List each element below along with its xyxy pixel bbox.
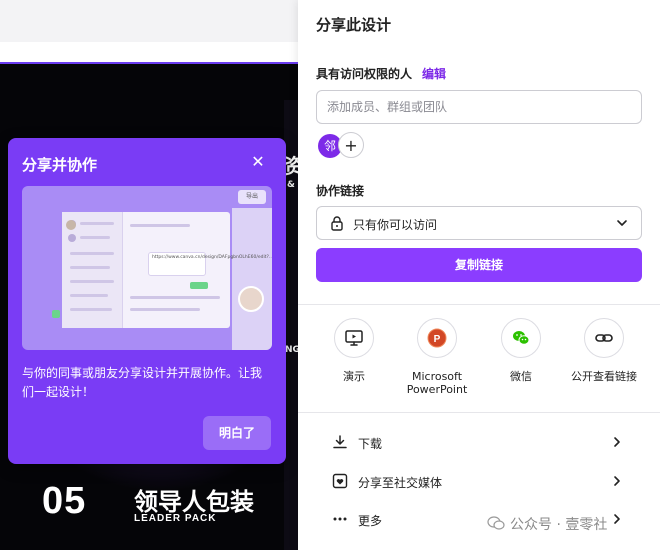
download-row[interactable]: 下载 bbox=[316, 428, 642, 456]
close-icon[interactable]: ✕ bbox=[248, 152, 268, 172]
got-it-button[interactable]: 明白了 bbox=[203, 416, 271, 450]
share-option-wechat[interactable]: 微信 bbox=[479, 318, 563, 383]
link-icon bbox=[595, 334, 613, 342]
share-option-label: 公开查看链接 bbox=[571, 370, 637, 383]
collab-link-label: 协作链接 bbox=[316, 184, 365, 198]
access-select-value: 只有你可以访问 bbox=[353, 218, 438, 232]
card-title: 分享并协作 bbox=[22, 156, 98, 174]
preview-user-avatar bbox=[238, 286, 264, 312]
wechat-icon bbox=[513, 331, 530, 345]
share-option-label: 演示 bbox=[343, 370, 365, 383]
card-description: 与你的同事或朋友分享设计并开展协作。让我们一起设计！ bbox=[22, 366, 263, 399]
present-icon bbox=[345, 330, 363, 346]
copy-link-button[interactable]: 复制链接 bbox=[316, 248, 642, 282]
share-option-powerpoint[interactable]: P Microsoft PowerPoint bbox=[395, 318, 479, 396]
preview-side-panel bbox=[232, 208, 272, 350]
share-option-label: Microsoft PowerPoint bbox=[406, 370, 468, 396]
preview-line bbox=[130, 308, 200, 311]
chevron-right-icon bbox=[614, 514, 620, 524]
preview-status-dot bbox=[52, 310, 60, 318]
preview-line bbox=[70, 252, 114, 255]
preview-line bbox=[80, 236, 110, 239]
preview-window: https://www.canva.cn/design/DAFpgbnOLhE6… bbox=[62, 212, 272, 328]
share-option-circle: P bbox=[417, 318, 457, 358]
share-option-circle bbox=[334, 318, 374, 358]
svg-text:P: P bbox=[434, 334, 441, 345]
top-bar bbox=[0, 0, 300, 42]
divider bbox=[298, 412, 660, 413]
add-member-button[interactable]: + bbox=[338, 132, 364, 158]
lock-icon bbox=[331, 216, 343, 231]
access-edit-link[interactable]: 编辑 bbox=[422, 65, 446, 82]
share-panel: 分享此设计 具有访问权限的人 编辑 邻 + 协作链接 只有你可以访问 复制链接 … bbox=[298, 0, 660, 550]
panel-title: 分享此设计 bbox=[316, 16, 392, 34]
share-option-circle bbox=[584, 318, 624, 358]
row-label: 分享至社交媒体 bbox=[358, 476, 443, 490]
share-social-row[interactable]: 分享至社交媒体 bbox=[316, 467, 642, 495]
watermark-text: 公众号 · 壹零社 bbox=[510, 517, 608, 533]
divider bbox=[298, 304, 660, 305]
share-option-public-link[interactable]: 公开查看链接 bbox=[562, 318, 646, 383]
download-icon bbox=[333, 435, 347, 449]
preview-dot bbox=[68, 234, 76, 242]
export-badge: 导出 bbox=[238, 190, 266, 204]
leader-subtitle: LEADER PACK bbox=[134, 513, 217, 524]
social-heart-icon bbox=[332, 473, 348, 489]
preview-line bbox=[80, 222, 114, 225]
leader-title: 领导人包装 bbox=[134, 488, 254, 516]
row-label: 更多 bbox=[358, 514, 383, 528]
preview-link-bubble: https://www.canva.cn/design/DAFpgbnOLhE6… bbox=[148, 252, 272, 276]
chevron-right-icon bbox=[614, 437, 620, 447]
powerpoint-icon: P bbox=[427, 328, 447, 348]
leader-number: 05 bbox=[42, 480, 87, 522]
collab-preview-illustration: 导出 https://www.canva.cn/design/DAFpgbnOL… bbox=[22, 186, 272, 350]
preview-line bbox=[70, 308, 112, 311]
preview-line bbox=[70, 294, 108, 297]
preview-line bbox=[70, 280, 114, 283]
chevron-down-icon bbox=[617, 220, 627, 226]
share-option-label: 微信 bbox=[510, 370, 532, 383]
share-option-present[interactable]: 演示 bbox=[312, 318, 396, 383]
preview-avatar bbox=[66, 220, 76, 230]
add-members-input[interactable] bbox=[316, 90, 642, 124]
collab-onboarding-card: 分享并协作 ✕ 导出 https://www.canva.cn/design/D… bbox=[8, 138, 286, 464]
preview-send-button bbox=[190, 282, 208, 289]
more-icon bbox=[333, 517, 347, 521]
access-label: 具有访问权限的人 bbox=[316, 67, 413, 81]
chevron-right-icon bbox=[614, 476, 620, 486]
preview-line bbox=[130, 224, 190, 227]
preview-line bbox=[130, 296, 220, 299]
wechat-watermark-icon bbox=[487, 516, 505, 530]
share-option-circle bbox=[501, 318, 541, 358]
canvas-text-fragment: & bbox=[287, 180, 295, 190]
access-select[interactable]: 只有你可以访问 bbox=[316, 206, 642, 240]
preview-line bbox=[70, 266, 110, 269]
toolbar-strip bbox=[0, 42, 300, 63]
row-label: 下载 bbox=[358, 437, 383, 451]
